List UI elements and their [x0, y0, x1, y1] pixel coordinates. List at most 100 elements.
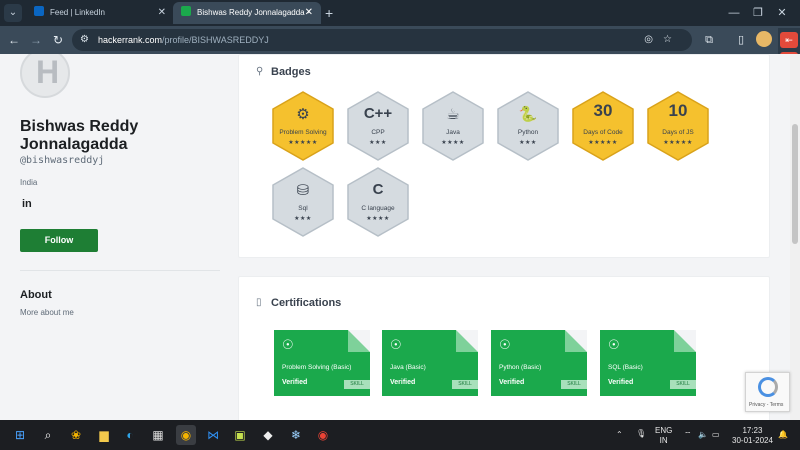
badge-name: Java — [446, 129, 460, 136]
file-explorer-icon[interactable]: ▆ — [94, 425, 114, 445]
chrome-profile-icon[interactable]: ◉ — [313, 425, 333, 445]
badge-icon: C++ — [363, 105, 393, 122]
profile-country: India — [20, 178, 38, 187]
badge[interactable]: C C language ★★★★ — [346, 167, 410, 237]
badge-name: Sql — [298, 205, 308, 212]
recaptcha-icon — [758, 377, 778, 397]
badge-name: Problem Solving — [279, 129, 327, 136]
badge[interactable]: ⛁ Sql ★★★ — [271, 167, 335, 237]
linkedin-icon[interactable]: in — [22, 198, 32, 210]
new-tab-button[interactable]: + — [325, 2, 333, 24]
terminal-app-icon[interactable]: ▣ — [230, 425, 250, 445]
windows-taskbar: ⊞ ⌕ ❀ ▆ ◐ ▦ ◉ ⋈ ▣ ◆ ❄ ◉ ⌃ 🎙 ENG IN ⌔ 🔈 ▭… — [0, 420, 800, 450]
chrome-icon[interactable]: ◉ — [176, 425, 196, 445]
badge-name: CPP — [371, 129, 385, 136]
widgets-icon[interactable]: ❀ — [66, 425, 86, 445]
certificate-card[interactable]: ☉ Problem Solving (Basic) Verified SKILL — [274, 330, 370, 396]
certifications-title-text: Certifications — [271, 297, 342, 309]
document-icon: ▯ — [256, 297, 262, 308]
notifications-icon[interactable]: 🔔 — [778, 430, 788, 440]
microphone-tray-icon[interactable]: 🎙 — [636, 429, 646, 439]
certificate-card[interactable]: ☉ Java (Basic) Verified SKILL — [382, 330, 478, 396]
avatar-letter: H — [36, 54, 60, 90]
certificate-status: Verified — [608, 379, 634, 386]
badge-number: 30 — [593, 101, 613, 120]
certificate-card[interactable]: ☉ Python (Basic) Verified SKILL — [491, 330, 587, 396]
url-path: /profile/BISHWASREDDYJ — [162, 35, 269, 45]
language-line2: IN — [659, 436, 668, 445]
badge-name: Days of Code — [583, 129, 623, 136]
ribbon-icon: ☉ — [282, 337, 294, 352]
profile-avatar-icon[interactable] — [756, 31, 772, 47]
follow-button[interactable]: Follow — [20, 229, 98, 252]
close-window-button[interactable]: ✕ — [764, 0, 800, 26]
close-tab-icon[interactable]: ✕ — [305, 2, 313, 24]
language-indicator[interactable]: ENG IN — [655, 426, 672, 446]
extensions-icon[interactable]: ⧉ — [700, 31, 718, 49]
certificate-tag: SKILL — [561, 380, 587, 389]
certificate-card[interactable]: ☉ SQL (Basic) Verified SKILL — [600, 330, 696, 396]
badge-hexagon — [272, 167, 334, 237]
bookmark-star-icon[interactable]: ◎☆ — [644, 29, 682, 51]
certificate-name: Problem Solving (Basic) — [282, 364, 352, 371]
back-button[interactable]: ← — [5, 31, 23, 49]
scrollbar-thumb[interactable] — [792, 124, 798, 244]
badge-stars: ★★★ — [294, 216, 312, 222]
badge-hexagon — [422, 91, 484, 161]
badge[interactable]: 10 Days of JS ★★★★★ — [646, 91, 710, 161]
certificate-status: Verified — [390, 379, 416, 386]
profile-name: Bishwas Reddy Jonnalagadda — [20, 118, 139, 153]
wifi-icon[interactable]: ⌔ — [684, 430, 692, 440]
certificate-fold — [565, 330, 587, 352]
certifications-card: ▯ Certifications ☉ Problem Solving (Basic… — [238, 276, 770, 420]
badge[interactable]: ☕ Java ★★★★ — [421, 91, 485, 161]
certificate-name: Python (Basic) — [499, 364, 542, 371]
show-hidden-icons-icon[interactable]: ⌃ — [616, 430, 623, 440]
tab-title: Feed | LinkedIn — [50, 8, 106, 17]
badge-hexagon — [272, 91, 334, 161]
page-scrollbar[interactable] — [790, 54, 800, 420]
badges-card: ⚲ Badges ⚙ Problem Solving ★★★★★ C++ CPP ★★★ ☕… — [238, 54, 770, 258]
certificate-fold — [456, 330, 478, 352]
badge[interactable]: C++ CPP ★★★ — [346, 91, 410, 161]
reload-button[interactable]: ↻ — [49, 31, 67, 49]
app-icon[interactable]: ◆ — [258, 425, 278, 445]
badge-hexagon — [347, 167, 409, 237]
start-icon[interactable]: ⊞ — [10, 425, 30, 445]
badge-stars: ★★★ — [519, 140, 537, 146]
badge-stars: ★★★ — [369, 140, 387, 146]
store-icon[interactable]: ▦ — [148, 425, 168, 445]
clock[interactable]: 17:23 30-01-2024 — [732, 426, 773, 446]
badge-ribbon-icon: ⚲ — [256, 66, 264, 77]
recaptcha-widget[interactable]: Privacy - Terms — [745, 372, 790, 412]
badge[interactable]: 🐍 Python ★★★ — [496, 91, 560, 161]
volume-icon[interactable]: 🔈 — [698, 430, 708, 440]
snowflake-app-icon[interactable]: ❄ — [286, 425, 306, 445]
certificate-tag: SKILL — [344, 380, 370, 389]
badge-stars: ★★★★★ — [588, 140, 618, 146]
tab-hackerrank[interactable]: Bishwas Reddy Jonnalagadda - ✕ — [173, 2, 321, 24]
ribbon-icon: ☉ — [499, 337, 511, 352]
forward-button[interactable]: → — [27, 31, 45, 49]
about-heading: About — [20, 289, 52, 301]
certificate-name: SQL (Basic) — [608, 364, 643, 371]
address-bar[interactable]: ⚙ hackerrank.com/profile/BISHWASREDDYJ ◎… — [72, 29, 692, 51]
tab-search-icon[interactable]: ⌄ — [4, 4, 22, 22]
close-tab-icon[interactable]: ✕ — [158, 2, 166, 24]
search-icon[interactable]: ⌕ — [38, 425, 58, 445]
badge[interactable]: ⚙ Problem Solving ★★★★★ — [271, 91, 335, 161]
badge-name: Days of JS — [662, 129, 694, 136]
recaptcha-text[interactable]: Privacy - Terms — [749, 402, 783, 408]
about-text: More about me — [20, 308, 74, 317]
tab-linkedin[interactable]: Feed | LinkedIn ✕ — [26, 2, 174, 24]
vscode-icon[interactable]: ⋈ — [203, 425, 223, 445]
browser-toolbar: ← → ↻ ⚙ hackerrank.com/profile/BISHWASRE… — [0, 26, 800, 54]
badge-icon: ⚙ — [296, 106, 310, 123]
battery-icon[interactable]: ▭ — [712, 430, 720, 440]
side-arrow-icon[interactable]: ⇤ — [780, 32, 798, 48]
edge-icon[interactable]: ◐ — [120, 425, 140, 445]
site-info-icon[interactable]: ⚙ — [80, 29, 89, 51]
side-panel-icon[interactable]: ▯ — [732, 31, 750, 49]
badge[interactable]: 30 Days of Code ★★★★★ — [571, 91, 635, 161]
tab-title: Bishwas Reddy Jonnalagadda - — [197, 8, 310, 17]
